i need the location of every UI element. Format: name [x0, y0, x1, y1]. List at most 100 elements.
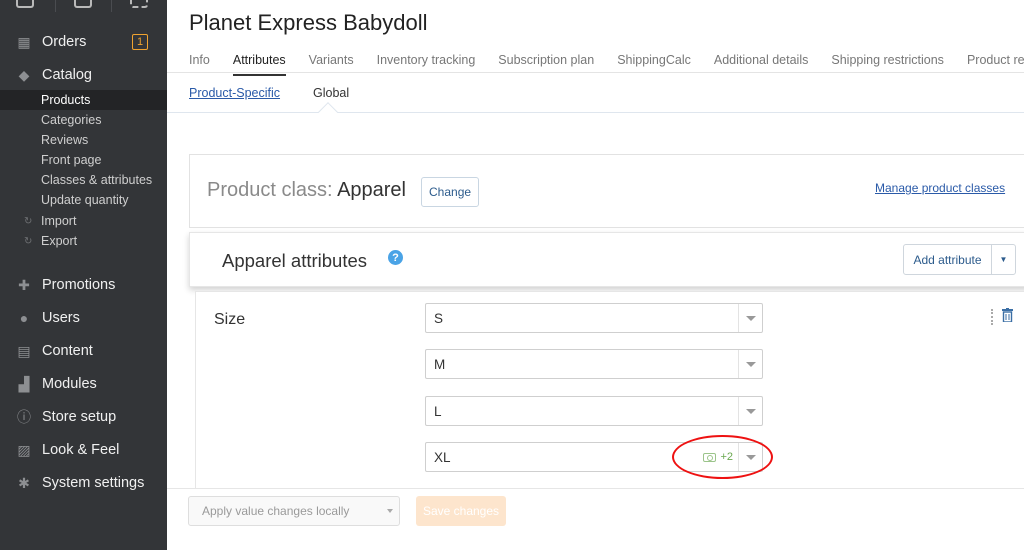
attribute-value-select[interactable]: L — [425, 396, 763, 426]
attributes-panel-header: Apparel attributes ? Add attribute ▼ — [189, 232, 1024, 287]
sidebar-item-label: System settings — [42, 475, 145, 491]
attribute-subtabs: Product-Specific Global — [189, 86, 382, 100]
save-changes-button[interactable]: Save changes — [416, 496, 506, 526]
trash-icon[interactable] — [1002, 308, 1013, 322]
highlight-annotation — [672, 435, 773, 479]
product-tabs: Info Attributes Variants Inventory track… — [189, 53, 1024, 76]
apply-changes-value: Apply value changes locally — [202, 504, 350, 518]
size-attribute-row: Size S M L XL +2 — [195, 291, 1024, 491]
export-icon: ↻ — [24, 235, 33, 247]
sidebar-item-label: Content — [42, 343, 93, 359]
sidebar-subitem-label: Export — [41, 234, 78, 248]
tab-variants[interactable]: Variants — [309, 53, 354, 73]
tab-shippingcalc[interactable]: ShippingCalc — [617, 53, 691, 73]
selected-value: S — [434, 311, 444, 326]
sidebar-item-label: Promotions — [42, 277, 116, 293]
change-class-button[interactable]: Change — [421, 177, 480, 207]
tab-subscription-plan[interactable]: Subscription plan — [498, 53, 594, 73]
product-class-row: Product class: Apparel — [207, 179, 406, 202]
chevron-down-icon[interactable] — [738, 397, 762, 425]
gift-icon: ✚ — [18, 276, 30, 293]
sidebar-item-label: Modules — [42, 376, 97, 392]
chevron-down-icon[interactable] — [738, 350, 762, 378]
fullscreen-icon[interactable] — [130, 0, 148, 8]
add-attribute-group: Add attribute ▼ — [903, 244, 1016, 275]
chevron-down-icon[interactable] — [738, 304, 762, 332]
orders-icon: ▦ — [17, 33, 31, 50]
orders-count-badge: 1 — [132, 34, 148, 50]
sidebar-item-label: Catalog — [42, 67, 92, 83]
sidebar-subitem-update-quantity[interactable]: Update quantity — [0, 190, 167, 210]
tab-attributes[interactable]: Attributes — [232, 53, 286, 76]
envelope-icon[interactable] — [74, 0, 92, 8]
product-class-box: Product class: Apparel Change Manage pro… — [189, 154, 1024, 228]
sidebar-subitem-label: Front page — [41, 153, 102, 167]
sidebar-subitem-label: Categories — [41, 113, 102, 127]
selected-value: XL — [434, 450, 451, 465]
tabs-divider — [167, 72, 1024, 73]
chevron-down-icon — [387, 509, 393, 513]
image-icon: ▨ — [17, 441, 31, 458]
tab-additional-details[interactable]: Additional details — [714, 53, 809, 73]
add-attribute-button[interactable]: Add attribute — [904, 245, 992, 274]
sidebar-subitem-classes-attributes[interactable]: Classes & attributes — [0, 170, 167, 190]
sidebar-item-orders[interactable]: ▦ Orders 1 — [0, 28, 167, 56]
sidebar-subitem-label: Import — [41, 214, 77, 228]
sidebar-subitem-products[interactable]: Products — [0, 90, 167, 110]
subtab-product-specific[interactable]: Product-Specific — [189, 86, 280, 100]
sidebar-subitem-import[interactable]: ↻ Import — [0, 211, 167, 231]
page-title: Planet Express Babydoll — [189, 10, 428, 35]
bottom-action-bar: Apply value changes locally Save changes — [167, 488, 1024, 550]
product-class-label: Product class: — [207, 179, 333, 201]
sidebar-item-label: Orders — [42, 34, 87, 50]
sidebar-subitem-label: Reviews — [41, 133, 89, 147]
attribute-name: Size — [214, 311, 246, 328]
product-class-value: Apparel — [337, 179, 406, 201]
sidebar-item-catalog[interactable]: ◆ Catalog — [0, 61, 167, 89]
sidebar-item-promotions[interactable]: ✚ Promotions — [0, 271, 167, 299]
bell-icon[interactable] — [16, 0, 34, 8]
selected-value: M — [434, 357, 446, 372]
sidebar-item-users[interactable]: ● Users — [0, 304, 167, 332]
attribute-value-select[interactable]: M — [425, 349, 763, 379]
import-icon: ↻ — [24, 215, 33, 227]
sidebar-item-label: Store setup — [42, 409, 117, 425]
sidebar-subitem-label: Classes & attributes — [41, 173, 153, 187]
sidebar-subitem-label: Update quantity — [41, 193, 129, 207]
help-icon[interactable]: ? — [388, 250, 403, 265]
subtab-global[interactable]: Global — [313, 86, 349, 100]
sidebar-item-look-feel[interactable]: ▨ Look & Feel — [0, 436, 167, 464]
content-icon: ▤ — [17, 342, 31, 359]
sidebar-subitem-label: Products — [41, 93, 91, 107]
sidebar-item-content[interactable]: ▤ Content — [0, 337, 167, 365]
sidebar-subitem-front-page[interactable]: Front page — [0, 150, 167, 170]
chevron-down-icon[interactable]: ▼ — [992, 245, 1015, 274]
sidebar-item-label: Users — [42, 310, 80, 326]
tab-shipping-restrictions[interactable]: Shipping restrictions — [831, 53, 944, 73]
tab-info[interactable]: Info — [189, 53, 210, 73]
sidebar-top-icons — [0, 0, 167, 12]
sidebar-item-system-settings[interactable]: ✱ System settings — [0, 469, 167, 497]
gear-icon: ✱ — [18, 474, 30, 491]
sidebar-subitem-categories[interactable]: Categories — [0, 110, 167, 130]
attribute-value-select[interactable]: S — [425, 303, 763, 333]
tag-icon: ◆ — [18, 66, 30, 83]
tab-inventory-tracking[interactable]: Inventory tracking — [377, 53, 476, 73]
sidebar-item-modules[interactable]: ▟ Modules — [0, 370, 167, 398]
puzzle-icon: ▟ — [18, 375, 30, 392]
sidebar-subitem-export[interactable]: ↻ Export — [0, 231, 167, 251]
apply-changes-select[interactable]: Apply value changes locally — [188, 496, 400, 526]
users-icon: ● — [19, 310, 29, 326]
info-icon: ⓘ — [17, 409, 31, 425]
subtabs-divider — [167, 112, 1024, 113]
tab-product-re[interactable]: Product re — [967, 53, 1024, 73]
manage-product-classes-link[interactable]: Manage product classes — [875, 181, 1005, 195]
sidebar-item-store-setup[interactable]: ⓘ Store setup — [0, 403, 167, 431]
drag-handle-icon[interactable] — [991, 309, 993, 325]
subtab-caret-indicator — [318, 102, 338, 122]
sidebar-item-label: Look & Feel — [42, 442, 120, 458]
attributes-title: Apparel attributes — [222, 250, 368, 271]
sidebar: ▦ Orders 1 ◆ Catalog Products Categories… — [0, 0, 167, 550]
sidebar-subitem-reviews[interactable]: Reviews — [0, 130, 167, 150]
selected-value: L — [434, 404, 442, 419]
